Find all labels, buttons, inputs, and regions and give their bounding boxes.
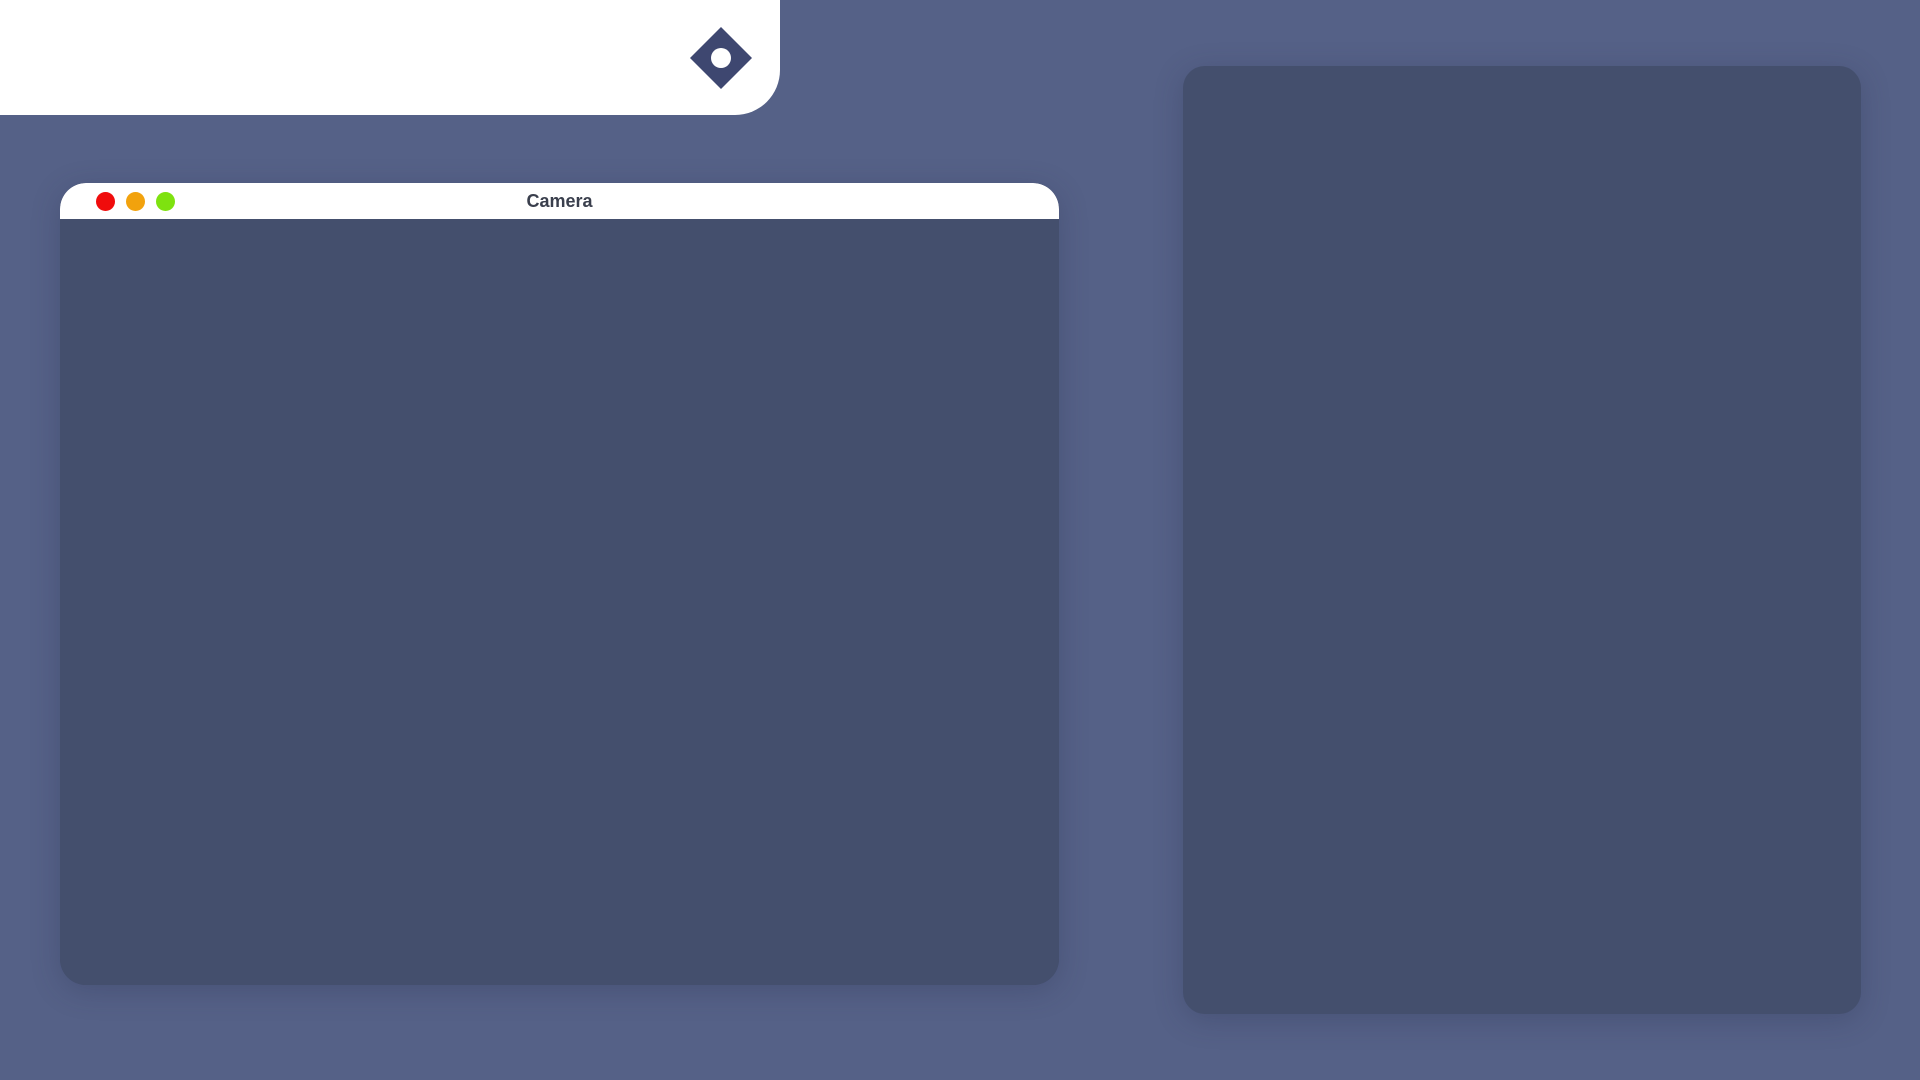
camera-viewport (60, 219, 1059, 985)
diamond-eye-logo-icon (690, 27, 752, 89)
window-title-bar[interactable]: Camera (60, 183, 1059, 219)
camera-window: Camera (60, 183, 1059, 985)
window-title: Camera (526, 191, 593, 211)
brand-header (0, 0, 780, 115)
side-panel (1183, 66, 1861, 1014)
